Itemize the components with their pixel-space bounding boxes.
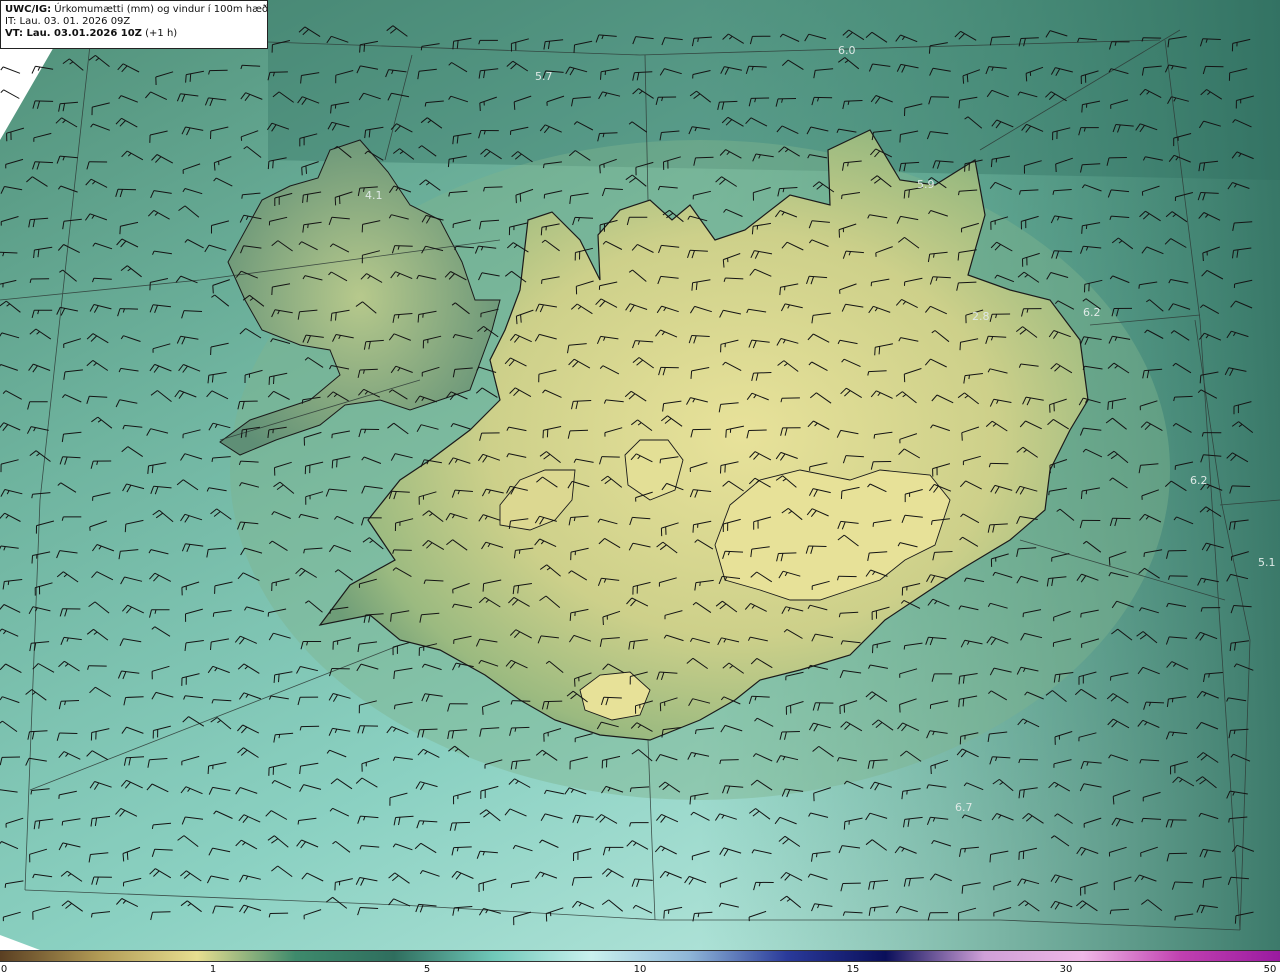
map-legend-box: UWC/IG: Úrkomumætti (mm) og vindur í 100… — [0, 0, 268, 49]
colorbar-tick-label: 10 — [633, 964, 647, 975]
colorbar-ticks: 0 1 5 10 15 30 50 — [0, 962, 1280, 978]
map-value-label: 6.7 — [955, 801, 973, 814]
colorbar-tick-label: 1 — [209, 964, 217, 975]
colorbar — [0, 950, 1280, 962]
valid-time: VT: Lau. 03.01.2026 10Z — [5, 28, 142, 39]
map-value-label: 5.7 — [535, 70, 553, 83]
colorbar-tick-label: 0 — [0, 964, 8, 975]
forecast-offset: (+1 h) — [141, 28, 178, 39]
colorbar-tick-label: 5 — [423, 964, 431, 975]
map-value-label: 4.1 — [365, 189, 383, 202]
precipitation-map: 6.0 5.7 5.9 4.1 2.8 6.2 6.2 5.1 6.7 — [0, 0, 1280, 950]
valid-time-line: VT: Lau. 03.01.2026 10Z (+1 h) — [5, 28, 263, 40]
colorbar-tick-label: 30 — [1059, 964, 1073, 975]
map-value-label: 5.1 — [1258, 556, 1276, 569]
model-label: UWC/IG: — [5, 4, 52, 15]
map-value-label: 2.8 — [972, 310, 990, 323]
init-time: IT: Lau. 03. 01. 2026 09Z — [5, 16, 131, 27]
map-value-label: 6.0 — [838, 44, 856, 57]
map-value-label: 5.9 — [917, 178, 935, 191]
map-value-label: 6.2 — [1083, 306, 1101, 319]
map-value-label: 6.2 — [1190, 474, 1208, 487]
colorbar-tick-label: 50 — [1263, 964, 1277, 975]
colorbar-tick-label: 15 — [846, 964, 860, 975]
legend-title-line: UWC/IG: Úrkomumætti (mm) og vindur í 100… — [5, 4, 268, 16]
map-title: Úrkomumætti (mm) og vindur í 100m hæð — [54, 4, 269, 15]
